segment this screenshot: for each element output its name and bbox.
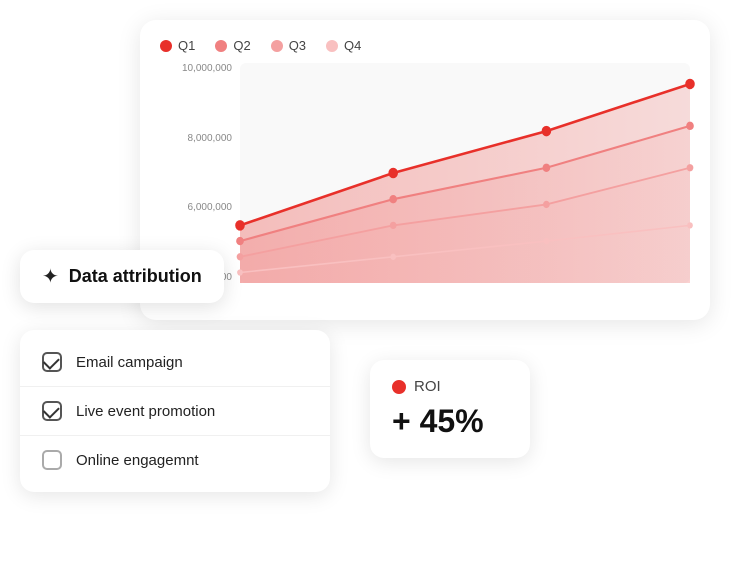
legend-dot — [271, 40, 283, 52]
chart-card: Q1Q2Q3Q4 10,000,0008,000,0006,000,0004,0… — [140, 20, 710, 320]
checklist-item: Live event promotion — [20, 387, 330, 436]
legend-item-q1: Q1 — [160, 38, 195, 53]
legend-dot — [326, 40, 338, 52]
checkbox-checked[interactable] — [42, 401, 62, 421]
roi-header: ROI — [392, 378, 508, 395]
checkbox-unchecked[interactable] — [42, 450, 62, 470]
attribution-icon: ✦ — [42, 264, 59, 289]
checklist-item: Email campaign — [20, 338, 330, 387]
checklist-item: Online engagemnt — [20, 436, 330, 484]
attribution-card: ✦ Data attribution — [20, 250, 224, 303]
y-axis-label: 10,000,000 — [160, 63, 240, 74]
checklist-item-label: Online engagemnt — [76, 452, 199, 469]
attribution-label: Data attribution — [69, 266, 202, 287]
y-axis-label: 8,000,000 — [160, 133, 240, 144]
legend-label: Q3 — [289, 38, 306, 53]
y-axis-label: 6,000,000 — [160, 202, 240, 213]
roi-label: ROI — [414, 378, 441, 395]
checklist-item-label: Live event promotion — [76, 403, 215, 420]
roi-card: ROI + 45% — [370, 360, 530, 458]
legend-label: Q2 — [233, 38, 250, 53]
roi-value: + 45% — [392, 403, 508, 440]
checklist-card: Email campaign Live event promotion Online… — [20, 330, 330, 492]
legend-label: Q4 — [344, 38, 361, 53]
chart-legend: Q1 Q2 Q3 Q4 — [160, 38, 690, 53]
legend-item-q3: Q3 — [271, 38, 306, 53]
legend-label: Q1 — [178, 38, 195, 53]
legend-item-q4: Q4 — [326, 38, 361, 53]
chart-plot — [240, 63, 690, 283]
legend-dot — [160, 40, 172, 52]
checkbox-checked[interactable] — [42, 352, 62, 372]
legend-dot — [215, 40, 227, 52]
legend-item-q2: Q2 — [215, 38, 250, 53]
roi-dot — [392, 380, 406, 394]
checklist-item-label: Email campaign — [76, 354, 183, 371]
chart-area: 10,000,0008,000,0006,000,0004,000,000 — [160, 63, 690, 293]
